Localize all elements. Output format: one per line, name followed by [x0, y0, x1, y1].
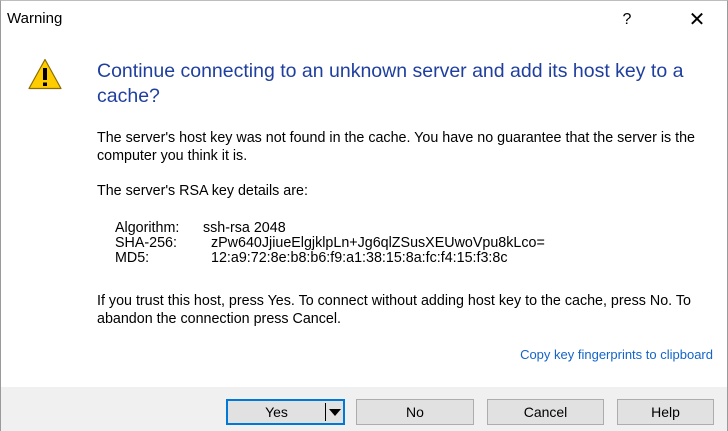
copy-fingerprints-link[interactable]: Copy key fingerprints to clipboard [520, 347, 713, 362]
window-title: Warning [7, 10, 63, 27]
title-bar: Warning ? ✕ [1, 1, 727, 39]
dialog-heading: Continue connecting to an unknown server… [97, 60, 684, 107]
key-detail-value: zPw640JjiueElgjklpLn+Jg6qlZSusXEUwoVpu8k… [211, 235, 545, 251]
yes-split-button[interactable]: Yes [226, 399, 345, 425]
cancel-button[interactable]: Cancel [487, 399, 604, 425]
button-bar: Yes No Cancel Help [1, 387, 727, 431]
dropdown-arrow-icon[interactable] [329, 409, 341, 416]
key-detail-value: ssh-rsa 2048 [203, 220, 286, 236]
no-button[interactable]: No [356, 399, 474, 425]
help-button[interactable]: Help [617, 399, 714, 425]
warning-dialog: Warning ? ✕ Continue connecting to an un… [0, 0, 728, 431]
key-detail-label: SHA-256: [115, 235, 177, 251]
key-detail-label: Algorithm: [115, 220, 180, 236]
key-detail-label: MD5: [115, 250, 150, 266]
host-key-warning-text: The server's host key was not found in t… [97, 130, 696, 164]
close-button[interactable]: ✕ [685, 9, 709, 31]
trust-instructions-text: If you trust this host, press Yes. To co… [97, 293, 691, 327]
help-title-button[interactable]: ? [615, 9, 639, 31]
yes-button-label: Yes [265, 404, 288, 420]
split-separator [325, 403, 326, 421]
key-detail-value: 12:a9:72:8e:b8:b6:f9:a1:38:15:8a:fc:f4:1… [211, 250, 508, 266]
warning-triangle-icon [28, 58, 62, 90]
key-details-intro: The server's RSA key details are: [97, 183, 308, 199]
